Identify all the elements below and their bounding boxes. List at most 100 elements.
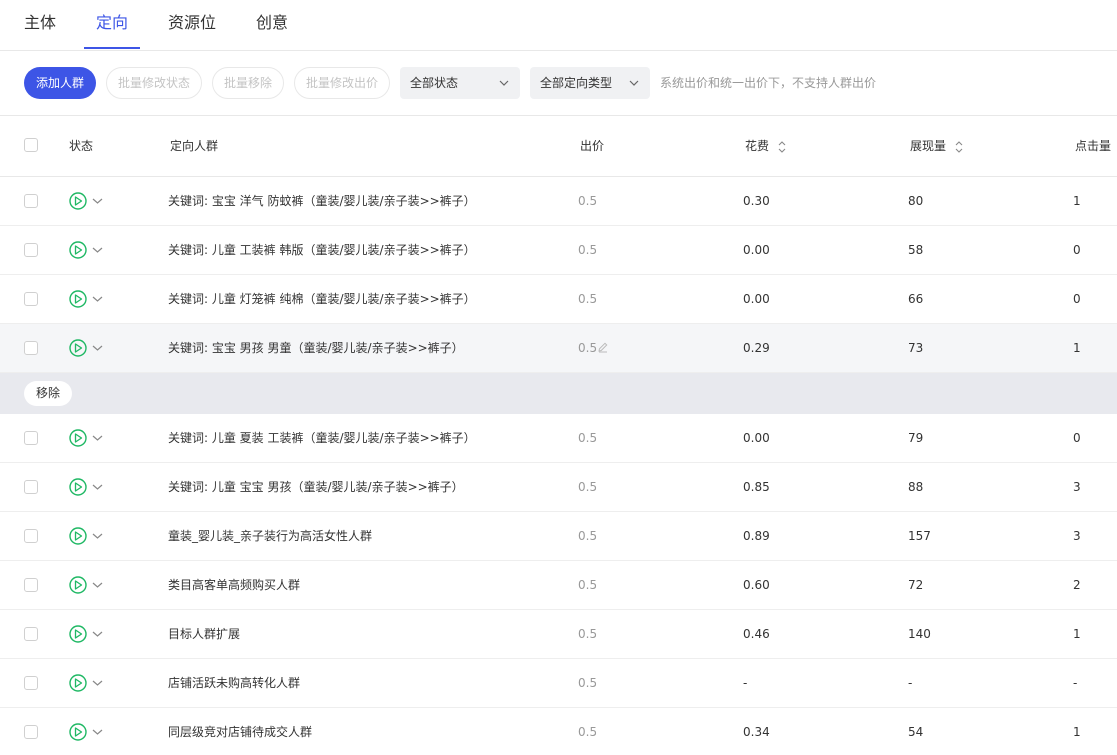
table-row: 类目高客单高频购买人群 0.5 0.60 72 2 bbox=[0, 561, 1117, 610]
row-checkbox[interactable] bbox=[24, 529, 38, 543]
row-checkbox[interactable] bbox=[24, 292, 38, 306]
row-checkbox[interactable] bbox=[24, 194, 38, 208]
row-checkbox[interactable] bbox=[24, 725, 38, 739]
impressions-value: - bbox=[908, 676, 913, 690]
clicks-value: 1 bbox=[1073, 725, 1081, 739]
tab-targeting[interactable]: 定向 bbox=[96, 9, 128, 33]
bid-value[interactable]: 0.5 bbox=[578, 275, 597, 324]
impressions-value: 73 bbox=[908, 341, 924, 355]
cost-value: 0.00 bbox=[743, 292, 770, 306]
bid-value[interactable]: 0.5 bbox=[578, 414, 597, 463]
bid-value[interactable]: 0.5 bbox=[578, 610, 597, 659]
bid-value[interactable]: 0.5 bbox=[578, 463, 597, 512]
row-checkbox[interactable] bbox=[24, 676, 38, 690]
row-checkbox[interactable] bbox=[24, 627, 38, 641]
play-status-icon bbox=[69, 339, 109, 360]
bid-text: 0.5 bbox=[578, 194, 598, 208]
status-toggle[interactable] bbox=[69, 429, 109, 447]
cost-value: 0.30 bbox=[743, 194, 770, 208]
impressions-value: 157 bbox=[908, 529, 931, 543]
header-impressions[interactable]: 展现量 bbox=[910, 116, 964, 176]
cost-value: 0.00 bbox=[743, 431, 770, 445]
header-bid: 出价 bbox=[580, 139, 605, 153]
header-status: 状态 bbox=[69, 139, 94, 153]
play-status-icon bbox=[69, 527, 109, 548]
batch-status-button[interactable]: 批量修改状态 bbox=[106, 67, 202, 99]
cost-value: 0.29 bbox=[743, 341, 770, 355]
impressions-value: 72 bbox=[908, 578, 924, 592]
bid-value[interactable]: 0.5 bbox=[578, 708, 597, 755]
audience-name: 店铺活跃未购高转化人群 bbox=[168, 676, 301, 690]
batch-bid-button[interactable]: 批量修改出价 bbox=[294, 67, 390, 99]
clicks-value: 2 bbox=[1073, 578, 1081, 592]
audience-name: 关键词: 儿童 灯笼裤 纯棉（童装/婴儿装/亲子装>>裤子） bbox=[168, 292, 476, 306]
row-checkbox[interactable] bbox=[24, 578, 38, 592]
status-toggle[interactable] bbox=[69, 241, 109, 259]
table-row: 店铺活跃未购高转化人群 0.5 - - - bbox=[0, 659, 1117, 708]
bid-value[interactable]: 0.5 bbox=[578, 324, 609, 373]
play-status-icon bbox=[69, 290, 109, 311]
bid-value[interactable]: 0.5 bbox=[578, 561, 597, 610]
status-toggle[interactable] bbox=[69, 339, 109, 357]
status-filter-select[interactable]: 全部状态 bbox=[400, 67, 520, 99]
cost-value: 0.85 bbox=[743, 480, 770, 494]
table-row: 童装_婴儿装_亲子装行为高活女性人群 0.5 0.89 157 3 bbox=[0, 512, 1117, 561]
impressions-value: 66 bbox=[908, 292, 924, 306]
bid-value[interactable]: 0.5 bbox=[578, 177, 597, 226]
bid-text: 0.5 bbox=[578, 676, 598, 690]
sort-icon[interactable] bbox=[777, 140, 787, 154]
bid-value[interactable]: 0.5 bbox=[578, 512, 597, 561]
remove-button[interactable]: 移除 bbox=[24, 381, 73, 406]
audience-name: 同层级竞对店铺待成交人群 bbox=[168, 725, 313, 739]
cost-value: - bbox=[743, 676, 748, 690]
audience-name: 类目高客单高频购买人群 bbox=[168, 578, 301, 592]
add-audience-button[interactable]: 添加人群 bbox=[24, 67, 96, 99]
header-cost-label: 花费 bbox=[745, 139, 770, 153]
status-toggle[interactable] bbox=[69, 674, 109, 692]
edit-pencil-icon[interactable] bbox=[597, 341, 609, 353]
type-filter-select[interactable]: 全部定向类型 bbox=[530, 67, 650, 99]
status-toggle[interactable] bbox=[69, 625, 109, 643]
cost-value: 0.60 bbox=[743, 578, 770, 592]
status-filter-value: 全部状态 bbox=[410, 76, 459, 90]
status-toggle[interactable] bbox=[69, 576, 109, 594]
impressions-value: 88 bbox=[908, 480, 924, 494]
status-toggle[interactable] bbox=[69, 723, 109, 741]
audience-name: 关键词: 宝宝 洋气 防蚊裤（童装/婴儿装/亲子装>>裤子） bbox=[168, 194, 476, 208]
select-all-checkbox[interactable] bbox=[24, 138, 38, 152]
table-row: 关键词: 儿童 工装裤 韩版（童装/婴儿装/亲子装>>裤子） 0.5 0.00 58 0 bbox=[0, 226, 1117, 275]
table-row: 关键词: 儿童 宝宝 男孩（童装/婴儿装/亲子装>>裤子） 0.5 0.85 88 3 bbox=[0, 463, 1117, 512]
bid-value[interactable]: 0.5 bbox=[578, 226, 597, 275]
header-audience: 定向人群 bbox=[170, 139, 219, 153]
row-checkbox[interactable] bbox=[24, 431, 38, 445]
impressions-value: 58 bbox=[908, 243, 924, 257]
row-checkbox[interactable] bbox=[24, 243, 38, 257]
row-checkbox[interactable] bbox=[24, 480, 38, 494]
table-header: 状态 定向人群 出价 花费 展现量 点击量 bbox=[0, 116, 1117, 177]
bid-value[interactable]: 0.5 bbox=[578, 659, 597, 708]
bid-text: 0.5 bbox=[578, 627, 598, 641]
bid-text: 0.5 bbox=[578, 243, 598, 257]
audience-name: 关键词: 儿童 夏装 工装裤（童装/婴儿装/亲子装>>裤子） bbox=[168, 431, 476, 445]
bid-hint-text: 系统出价和统一出价下，不支持人群出价 bbox=[660, 76, 877, 90]
tab-subject[interactable]: 主体 bbox=[24, 9, 56, 33]
sort-icon[interactable] bbox=[954, 140, 964, 154]
audience-name: 关键词: 儿童 宝宝 男孩（童装/婴儿装/亲子装>>裤子） bbox=[168, 480, 464, 494]
status-toggle[interactable] bbox=[69, 192, 109, 210]
bid-text: 0.5 bbox=[578, 578, 598, 592]
clicks-value: 1 bbox=[1073, 627, 1081, 641]
tab-creative[interactable]: 创意 bbox=[256, 9, 288, 33]
clicks-value: 0 bbox=[1073, 431, 1081, 445]
bid-text: 0.5 bbox=[578, 292, 598, 306]
table-row: 关键词: 儿童 灯笼裤 纯棉（童装/婴儿装/亲子装>>裤子） 0.5 0.00 66 0 bbox=[0, 275, 1117, 324]
tab-placement[interactable]: 资源位 bbox=[168, 9, 216, 33]
batch-remove-button[interactable]: 批量移除 bbox=[212, 67, 284, 99]
cost-value: 0.46 bbox=[743, 627, 770, 641]
clicks-value: - bbox=[1073, 676, 1078, 690]
header-cost[interactable]: 花费 bbox=[745, 116, 787, 176]
status-toggle[interactable] bbox=[69, 478, 109, 496]
row-checkbox[interactable] bbox=[24, 341, 38, 355]
status-toggle[interactable] bbox=[69, 527, 109, 545]
status-toggle[interactable] bbox=[69, 290, 109, 308]
audience-name: 关键词: 宝宝 男孩 男童（童装/婴儿装/亲子装>>裤子） bbox=[168, 341, 464, 355]
